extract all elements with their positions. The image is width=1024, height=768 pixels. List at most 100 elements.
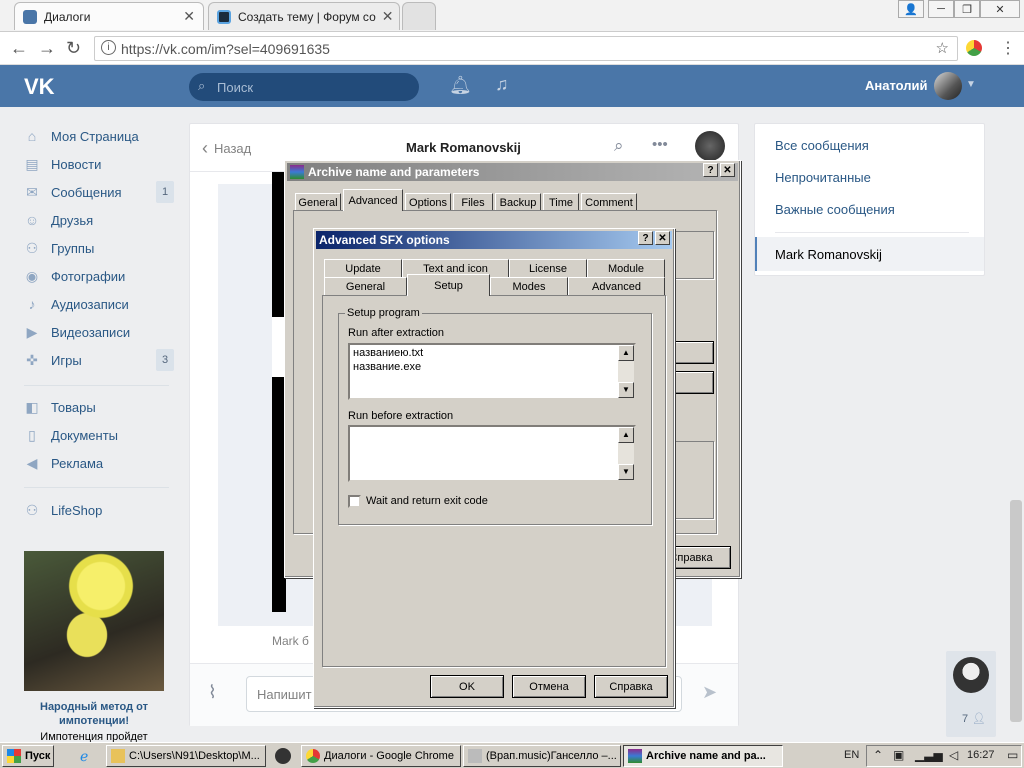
tab-update[interactable]: Update (324, 259, 402, 277)
taskbar-chrome[interactable]: Диалоги - Google Chrome (301, 745, 461, 767)
run-after-textarea[interactable]: названиею.txt название.exe ▲ ▼ (348, 343, 636, 400)
taskbar-explorer[interactable]: C:\Users\N91\Desktop\M... (106, 745, 266, 767)
search-icon[interactable]: ⌕ (614, 136, 624, 156)
bell-icon[interactable]: 🔔︎ (449, 75, 472, 96)
bookmark-star-icon[interactable]: ☆ (936, 39, 949, 57)
nav-item-ads[interactable]: ◀ Реклама (24, 451, 174, 475)
nav-item-messages[interactable]: ✉ Сообщения 1 (24, 180, 174, 204)
tab-options[interactable]: Options (405, 193, 451, 211)
tab-advanced[interactable]: Advanced (568, 277, 665, 295)
vk-logo-icon[interactable]: VK (24, 74, 55, 100)
info-icon[interactable]: i (101, 40, 116, 55)
tab-advanced[interactable]: Advanced (343, 189, 403, 211)
nav-item-video[interactable]: ▶ Видеозаписи (24, 320, 174, 344)
back-arrow-icon[interactable]: ← (10, 38, 28, 59)
tab-modes[interactable]: Modes (490, 277, 568, 295)
nav-item-documents[interactable]: ▯ Документы (24, 423, 174, 447)
chrome-extension-icon[interactable] (966, 40, 982, 56)
menu-icon[interactable]: ⋮ (1000, 38, 1016, 58)
reload-icon[interactable]: ↻ (66, 38, 81, 59)
archive-button[interactable] (674, 371, 714, 394)
tab-module[interactable]: Module (587, 259, 665, 277)
cancel-button[interactable]: Отмена (512, 675, 586, 698)
forward-arrow-icon[interactable]: → (38, 38, 56, 59)
close-icon[interactable]: ✕ (376, 8, 394, 25)
tab-backup[interactable]: Backup (495, 193, 541, 211)
ad-image[interactable] (24, 551, 164, 691)
scroll-up-icon[interactable]: ▲ (618, 345, 634, 361)
help-button[interactable]: Справка (594, 675, 668, 698)
send-icon[interactable]: ➤ (702, 682, 717, 703)
help-icon[interactable]: ? (703, 163, 718, 177)
tab-dialogs[interactable]: Диалоги ✕ (14, 2, 204, 30)
nav-item-lifeshop[interactable]: ⚇ LifeShop (24, 498, 174, 522)
nav-item-audio[interactable]: ♪ Аудиозаписи (24, 292, 174, 316)
search-input[interactable]: ⌕ Поиск (189, 73, 419, 101)
run-before-textarea[interactable]: ▲ ▼ (348, 425, 636, 482)
online-friends-widget[interactable]: 7 👤︎ (946, 651, 996, 737)
close-icon[interactable]: ✕ (655, 231, 670, 245)
tab-setup[interactable]: Setup (407, 274, 490, 296)
paperclip-icon[interactable]: ⌇ (208, 682, 217, 703)
restore-button[interactable]: ❐ (954, 0, 980, 18)
tab-license[interactable]: License (509, 259, 587, 277)
avatar[interactable] (934, 72, 962, 100)
notification-icon[interactable]: ▭ (1007, 748, 1018, 762)
close-icon[interactable]: ✕ (177, 8, 195, 25)
wait-checkbox[interactable] (348, 495, 361, 508)
scroll-up-icon[interactable]: ▲ (618, 427, 634, 443)
tab-general[interactable]: General (295, 193, 341, 211)
language-indicator[interactable]: EN (844, 749, 859, 761)
nav-item-goods[interactable]: ◧ Товары (24, 395, 174, 419)
tab-comment[interactable]: Comment (581, 193, 637, 211)
menu-unread[interactable]: Непрочитанные (775, 170, 871, 185)
scrollbar[interactable]: ▲ ▼ (618, 345, 634, 398)
page-scrollbar[interactable] (1010, 500, 1022, 722)
media-player-icon[interactable] (275, 748, 291, 764)
nav-item-games[interactable]: ✜ Игры 3 (24, 348, 174, 372)
nav-item-photos[interactable]: ◉ Фотографии (24, 264, 174, 288)
volume-icon[interactable]: ◁ (949, 748, 958, 762)
tab-forum[interactable]: Создать тему | Форум со ✕ (208, 2, 400, 30)
nav-item-friends[interactable]: ☺ Друзья (24, 208, 174, 232)
signal-icon[interactable]: ▁▃▅ (915, 748, 943, 762)
scroll-down-icon[interactable]: ▼ (618, 464, 634, 480)
menu-all-messages[interactable]: Все сообщения (775, 138, 869, 153)
clock[interactable]: 16:27 (967, 749, 995, 761)
nav-item-my-page[interactable]: ⌂ Моя Страница (24, 124, 174, 148)
taskbar-music[interactable]: (Врап.music)Ганселло –... (463, 745, 621, 767)
help-icon[interactable]: ? (638, 231, 653, 245)
tray-app-icon[interactable]: ▣ (893, 748, 904, 762)
scroll-down-icon[interactable]: ▼ (618, 382, 634, 398)
taskbar-archive-dialog[interactable]: Archive name and pa... (623, 745, 783, 767)
ok-button[interactable]: OK (430, 675, 504, 698)
nav-item-news[interactable]: ▤ Новости (24, 152, 174, 176)
scrollbar[interactable]: ▲ ▼ (618, 427, 634, 480)
tray-chevron-icon[interactable]: ⌃ (873, 748, 883, 762)
chevron-down-icon[interactable]: ▼ (966, 79, 976, 90)
tab-time[interactable]: Time (543, 193, 579, 211)
more-icon[interactable]: ••• (652, 136, 668, 153)
profile-icon[interactable]: 👤 (898, 0, 924, 18)
tab-general[interactable]: General (324, 277, 407, 295)
nav-item-groups[interactable]: ⚇ Группы (24, 236, 174, 260)
contact-name[interactable]: Mark Romanovskij (406, 140, 521, 155)
menu-conversation-item[interactable]: Mark Romanovskij (755, 237, 984, 271)
close-icon[interactable]: ✕ (720, 163, 735, 177)
music-note-icon[interactable]: ♫ (495, 74, 509, 95)
back-link[interactable]: ‹ Назад (202, 138, 251, 159)
wait-label[interactable]: Wait and return exit code (366, 495, 488, 507)
user-name[interactable]: Анатолий (865, 78, 928, 93)
contact-avatar[interactable] (695, 131, 725, 161)
start-button[interactable]: Пуск (2, 745, 54, 767)
close-window-button[interactable]: ✕ (980, 0, 1020, 18)
friend-avatar[interactable] (953, 657, 989, 693)
archive-button[interactable] (674, 341, 714, 364)
ie-icon[interactable]: ℯ (80, 748, 88, 765)
ad-title[interactable]: Народный метод от импотенции! (24, 700, 164, 728)
tab-files[interactable]: Files (453, 193, 493, 211)
new-tab-button[interactable] (402, 2, 436, 30)
menu-important[interactable]: Важные сообщения (775, 202, 895, 217)
minimize-button[interactable]: ─ (928, 0, 954, 18)
url-field[interactable]: i https://vk.com/im?sel=409691635 ☆ (94, 36, 958, 61)
